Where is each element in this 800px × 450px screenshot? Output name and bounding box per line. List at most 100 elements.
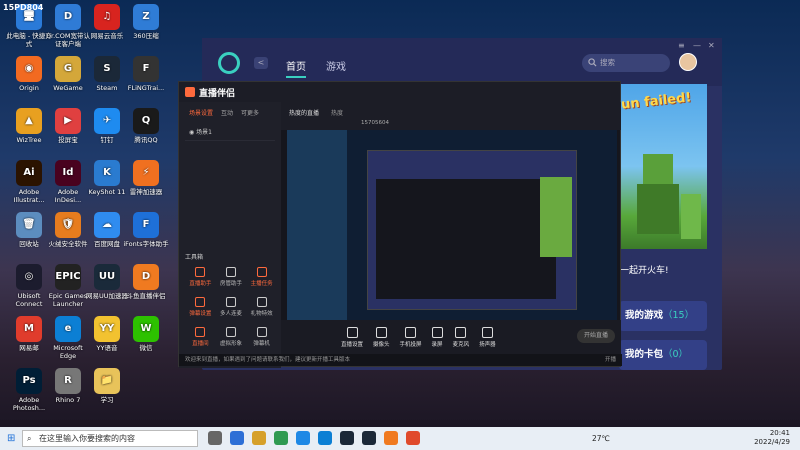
desktop-app-icon: K [94, 160, 120, 186]
desktop-icon[interactable]: D 斗鱼直播伴侣 [123, 264, 169, 300]
game-banner[interactable]: un failed! [617, 84, 707, 249]
desktop-icon[interactable]: FiFonts字体助手 [123, 212, 169, 248]
tool-icon [256, 297, 267, 307]
status-right: 开播 [604, 357, 616, 363]
weather-temperature[interactable]: 27℃ [592, 434, 610, 443]
stream-control-button[interactable]: 手机投屏 [400, 326, 422, 348]
tool-label: 弹幕设置 [189, 311, 212, 317]
close-icon[interactable]: ✕ [708, 41, 715, 50]
desktop-icon[interactable]: 📁 学习 [84, 368, 130, 404]
toolbox-item[interactable]: 多人连麦 [216, 297, 247, 317]
desktop-icon[interactable]: F FLiNGTrai... [123, 56, 169, 92]
taskbar-app-icon[interactable] [318, 431, 332, 445]
my-cards-label: 我的卡包 [625, 349, 664, 360]
tool-label: 直播助手 [189, 281, 212, 287]
stream-tabs: 场景设置 互动 可更多 [179, 102, 281, 123]
toolbox-item[interactable]: 房管助手 [216, 267, 247, 287]
scenery-block [681, 194, 701, 239]
desktop-app-icon: F [133, 212, 159, 238]
my-games-label: 我的游戏 [625, 310, 664, 321]
control-label: 直播设置 [341, 341, 364, 348]
windows-start-icon[interactable]: ⊞ [7, 433, 15, 444]
tool-label: 虚拟形象 [219, 341, 242, 347]
desktop-icon[interactable]: W 微信 [123, 316, 169, 352]
control-icon [481, 326, 493, 338]
character-body [637, 184, 679, 234]
desktop-icon-label: 斗鱼直播伴侣 [126, 292, 166, 300]
minimize-icon[interactable]: — [693, 41, 701, 50]
tool-icon [225, 327, 236, 337]
desktop-icon-label: 雷神加速器 [129, 188, 163, 196]
scene-item[interactable]: ◉ 场景1 [185, 123, 275, 141]
tool-label: 礼物特效 [250, 311, 273, 317]
desktop-icon[interactable]: Z 360压缩 [123, 4, 169, 40]
toolbox-item[interactable]: 主播任务 [246, 267, 277, 287]
desktop-icon[interactable]: Q 腾讯QQ [123, 108, 169, 144]
desktop-app-icon: Id [55, 160, 81, 186]
status-text: 欢迎来到直播，如果遇到了问题请联系我们，建议更新开播工具版本 [185, 357, 351, 363]
search-input[interactable]: 搜索 [582, 54, 670, 72]
stream-control-button[interactable]: 摄像头 [373, 326, 390, 348]
my-cards-count: （0） [663, 349, 689, 360]
clock[interactable]: 20:41 2022/4/29 [754, 429, 790, 447]
banner-title: un failed! [620, 90, 693, 113]
launcher-header: < 首页 游戏 搜索 ≡ — ✕ [202, 38, 722, 86]
tab-scenes[interactable]: 场景设置 [189, 108, 213, 117]
banner-slogan: 一起开火车! [620, 266, 669, 276]
desktop-app-icon: S [94, 56, 120, 82]
preview-nested-window [367, 150, 577, 310]
taskbar-app-icon[interactable] [296, 431, 310, 445]
tab-home[interactable]: 首页 [286, 58, 306, 78]
taskbar-app-icon[interactable] [208, 431, 222, 445]
toolbox-item[interactable]: 直播助手 [185, 267, 216, 287]
back-button[interactable]: < [254, 57, 268, 69]
room-id: 15705604 [361, 120, 389, 126]
app-logo-icon [218, 52, 240, 74]
toolbox-item[interactable]: 弹幕设置 [185, 297, 216, 317]
toolbox-item[interactable]: 弹幕机 [246, 327, 277, 347]
tool-icon [256, 327, 267, 337]
desktop-app-icon: ✈ [94, 108, 120, 134]
search-icon [588, 58, 597, 67]
desktop-app-icon: ▲ [16, 108, 42, 134]
tab-more[interactable]: 可更多 [241, 108, 259, 117]
avatar[interactable] [679, 53, 697, 71]
toolbox-item[interactable]: 礼物特效 [246, 297, 277, 317]
stream-control-button[interactable]: 录屏 [431, 326, 443, 348]
taskbar-app-icon[interactable] [340, 431, 354, 445]
start-live-button[interactable]: 开始直播 [577, 329, 615, 343]
toolbox-grid: 直播助手 房管助手 主播任务弹幕设置 多人连麦 礼物特效直播间 虚拟形象 弹幕机 [185, 267, 277, 347]
desktop-app-icon: e [55, 316, 81, 342]
control-icon [405, 326, 417, 338]
toolbox-item[interactable]: 直播间 [185, 327, 216, 347]
stream-control-button[interactable]: 扬声器 [479, 326, 496, 348]
taskbar-app-icon[interactable] [230, 431, 244, 445]
taskbar-app-icon[interactable] [406, 431, 420, 445]
taskbar-app-icon[interactable] [274, 431, 288, 445]
desktop-app-icon: 🛡 [55, 212, 81, 238]
desktop-app-icon: ⚡ [133, 160, 159, 186]
stream-control-button[interactable]: 麦克风 [452, 326, 470, 348]
stream-control-button[interactable]: 直播设置 [341, 326, 364, 348]
taskbar-app-icon[interactable] [362, 431, 376, 445]
my-cards-button[interactable]: 我的卡包（0） [619, 340, 707, 370]
desktop-app-icon: ▶ [55, 108, 81, 134]
desktop-icon[interactable]: ⚡ 雷神加速器 [123, 160, 169, 196]
taskbar-app-icon[interactable] [384, 431, 398, 445]
desktop-app-icon: Ai [16, 160, 42, 186]
search-placeholder: 搜索 [600, 58, 615, 67]
toolbox-title: 工具箱 [185, 254, 204, 261]
tab-games[interactable]: 游戏 [326, 58, 346, 73]
menu-icon[interactable]: ≡ [678, 41, 685, 50]
stream-controls: 直播设置 摄像头 手机投屏 录屏 麦克风 扬声器 [281, 320, 621, 354]
desktop-app-icon: Q [133, 108, 159, 134]
desktop-app-icon: D [55, 4, 81, 30]
desktop-app-icon: 📁 [94, 368, 120, 394]
stream-logo-icon [185, 87, 195, 97]
toolbox-item[interactable]: 虚拟形象 [216, 327, 247, 347]
control-label: 麦克风 [452, 341, 470, 348]
taskbar-search[interactable]: ⌕ 在这里输入你要搜索的内容 [22, 430, 198, 447]
tab-interact[interactable]: 互动 [221, 108, 233, 117]
taskbar-app-icon[interactable] [252, 431, 266, 445]
my-games-button[interactable]: 我的游戏（15） [619, 301, 707, 331]
